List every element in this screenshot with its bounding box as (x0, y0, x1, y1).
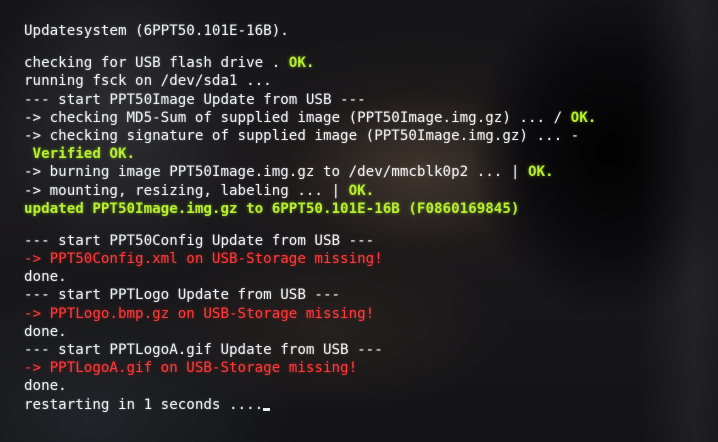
terminal-line: done. (24, 323, 714, 341)
log-text: checking for USB flash drive . (24, 55, 289, 72)
log-text: --- start PPT50Image Update from USB --- (24, 91, 366, 108)
log-text: -> mounting, resizing, labeling ... | (24, 182, 349, 199)
terminal-line: --- start PPTLogo Update from USB --- (24, 286, 714, 304)
log-text: Updatesystem (6PPT50.101E-16B). (24, 23, 289, 39)
error-text: -> PPTLogo.bmp.gz on USB-Storage missing… (24, 305, 375, 322)
log-text: --- start PPT50Config Update from USB --… (24, 232, 375, 249)
terminal-line: -> PPTLogo.bmp.gz on USB-Storage missing… (24, 305, 714, 323)
log-text: --- start PPTLogoA.gif Update from USB -… (24, 342, 383, 358)
terminal-line: -> checking MD5-Sum of supplied image (P… (24, 109, 714, 127)
log-text: -> checking MD5-Sum of supplied image (P… (24, 109, 571, 126)
terminal-line: checking for USB flash drive . OK. (24, 54, 714, 72)
terminal-line: done. (24, 268, 714, 286)
terminal-line: done. (24, 377, 714, 395)
terminal-line: restarting in 1 seconds .... (24, 396, 714, 414)
terminal-line: running fsck on /dev/sda1 ... (24, 72, 714, 90)
text-cursor (263, 407, 271, 411)
terminal-line: -> PPTLogoA.gif on USB-Storage missing! (24, 359, 714, 377)
error-text: -> PPT50Config.xml on USB-Storage missin… (24, 251, 383, 268)
terminal-line: -> mounting, resizing, labeling ... | OK… (24, 182, 714, 200)
status-ok-text: OK. (348, 182, 375, 199)
log-text: done. (24, 378, 67, 395)
terminal-line: -> burning image PPT50Image.img.gz to /d… (24, 163, 714, 181)
status-ok-text: OK. (570, 109, 597, 126)
status-ok-text: Verified OK. (24, 146, 136, 163)
terminal-output: Updatesystem (6PPT50.101E-16B). checking … (24, 22, 714, 414)
error-text: -> PPTLogoA.gif on USB-Storage missing! (24, 360, 358, 377)
monitor-screen: Updatesystem (6PPT50.101E-16B). checking … (0, 0, 718, 442)
log-text: done. (24, 323, 67, 340)
status-ok-text: OK. (288, 55, 315, 72)
log-text: restarting in 1 seconds .... (24, 396, 264, 413)
terminal-line: Updatesystem (6PPT50.101E-16B). (24, 22, 714, 40)
status-ok-text: updated PPT50Image.img.gz to 6PPT50.101E… (24, 200, 520, 217)
log-text: -> checking signature of supplied image … (24, 127, 580, 144)
terminal-line: --- start PPT50Config Update from USB --… (24, 232, 714, 250)
log-text: running fsck on /dev/sda1 ... (24, 73, 272, 90)
terminal-line: --- start PPT50Image Update from USB --- (24, 91, 714, 109)
terminal-line: Verified OK. (24, 145, 714, 163)
terminal-line: --- start PPTLogoA.gif Update from USB -… (24, 341, 714, 359)
terminal-line: -> checking signature of supplied image … (24, 127, 714, 145)
log-text: done. (24, 269, 67, 286)
log-text: -> burning image PPT50Image.img.gz to /d… (24, 164, 528, 181)
log-text: --- start PPTLogo Update from USB --- (24, 287, 341, 304)
terminal-line: updated PPT50Image.img.gz to 6PPT50.101E… (24, 200, 714, 218)
status-ok-text: OK. (527, 164, 554, 181)
terminal-line: -> PPT50Config.xml on USB-Storage missin… (24, 250, 714, 268)
